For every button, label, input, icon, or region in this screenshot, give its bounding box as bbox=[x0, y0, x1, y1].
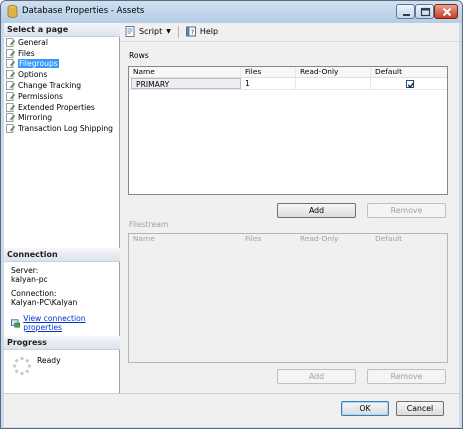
close-icon bbox=[442, 7, 452, 17]
progress-header: Progress bbox=[4, 336, 120, 350]
page-icon bbox=[6, 81, 15, 90]
page-icon bbox=[6, 70, 15, 80]
filegroup-default-cell[interactable] bbox=[371, 78, 447, 89]
title-bar[interactable]: Database Properties - Assets bbox=[1, 1, 462, 23]
ok-button[interactable]: OK bbox=[341, 401, 389, 416]
view-connection-properties-label: View connection properties bbox=[23, 314, 86, 332]
progress-status: Ready bbox=[37, 356, 61, 365]
script-icon bbox=[125, 26, 135, 37]
filestream-section-label: Filestream bbox=[129, 220, 169, 229]
sidebar-item-change-tracking[interactable]: Change Tracking bbox=[6, 80, 118, 91]
filegroup-read-only-cell[interactable] bbox=[296, 78, 371, 89]
filegroup-name-cell[interactable]: PRIMARY bbox=[131, 78, 241, 89]
sidebar-item-general[interactable]: General bbox=[6, 37, 118, 48]
sidebar-item-extended-properties[interactable]: Extended Properties bbox=[6, 102, 118, 113]
view-connection-properties-link[interactable]: View connection properties bbox=[11, 314, 119, 332]
page-icon bbox=[6, 59, 15, 69]
rows-add-button[interactable]: Add bbox=[277, 203, 356, 218]
sidebar-item-label: Change Tracking bbox=[18, 81, 82, 91]
table-row[interactable]: PRIMARY 1 bbox=[129, 78, 447, 90]
page-list: General Files Filegroups Options Change Trac… bbox=[6, 37, 118, 134]
sidebar-item-label: General bbox=[18, 37, 48, 47]
column-header-read-only[interactable]: Read-Only bbox=[296, 234, 371, 244]
filestream-grid-header: Name Files Read-Only Default bbox=[129, 234, 447, 245]
toolbar-divider bbox=[121, 41, 459, 42]
script-label: Script bbox=[139, 27, 163, 36]
connection-value: Kalyan-PC\Kalyan bbox=[11, 298, 78, 307]
script-button[interactable]: Script bbox=[125, 26, 162, 37]
page-icon bbox=[6, 113, 15, 123]
left-pane: Select a page General Files Filegroups Opti… bbox=[4, 23, 120, 393]
dialog-client-area: Select a page General Files Filegroups Opti… bbox=[4, 23, 459, 427]
sidebar-item-label: Mirroring bbox=[18, 113, 53, 123]
column-header-default[interactable]: Default bbox=[371, 234, 447, 244]
sidebar-item-mirroring[interactable]: Mirroring bbox=[6, 113, 118, 124]
dialog-button-bar: OK Cancel bbox=[4, 393, 459, 427]
rows-grid[interactable]: Name Files Read-Only Default PRIMARY 1 bbox=[128, 66, 448, 195]
sidebar-item-permissions[interactable]: Permissions bbox=[6, 91, 118, 102]
column-header-files[interactable]: Files bbox=[241, 67, 296, 77]
sidebar-item-files[interactable]: Files bbox=[6, 48, 118, 59]
help-label: Help bbox=[199, 27, 219, 36]
column-header-name[interactable]: Name bbox=[129, 67, 241, 77]
progress-spinner-icon bbox=[12, 356, 32, 376]
filestream-add-button[interactable]: Add bbox=[277, 369, 356, 384]
sidebar-item-filegroups[interactable]: Filegroups bbox=[6, 59, 118, 70]
connection-properties-icon bbox=[11, 318, 21, 327]
script-dropdown-arrow-icon[interactable]: ▼ bbox=[166, 28, 171, 35]
column-header-name[interactable]: Name bbox=[129, 234, 241, 244]
help-button[interactable]: ? Help bbox=[185, 26, 219, 37]
sidebar-item-label: Filegroups bbox=[18, 59, 59, 69]
column-header-files[interactable]: Files bbox=[241, 234, 296, 244]
default-checkbox[interactable] bbox=[406, 80, 415, 88]
sidebar-item-options[interactable]: Options bbox=[6, 69, 118, 80]
cancel-button[interactable]: Cancel bbox=[396, 401, 444, 416]
filestream-grid[interactable]: Name Files Read-Only Default bbox=[128, 233, 448, 363]
minimize-icon bbox=[403, 14, 410, 16]
sidebar-item-transaction-log-shipping[interactable]: Transaction Log Shipping bbox=[6, 123, 118, 134]
database-properties-window: Database Properties - Assets Select a pa… bbox=[0, 0, 463, 429]
filestream-remove-button[interactable]: Remove bbox=[367, 369, 446, 384]
sidebar-item-label: Files bbox=[18, 48, 35, 58]
page-icon bbox=[6, 124, 15, 134]
column-header-read-only[interactable]: Read-Only bbox=[296, 67, 371, 77]
database-icon bbox=[7, 5, 18, 18]
connection-header: Connection bbox=[4, 248, 120, 262]
page-icon bbox=[6, 91, 15, 101]
toolbar-separator bbox=[177, 25, 179, 38]
sidebar-item-label: Permissions bbox=[18, 91, 63, 101]
minimize-button[interactable] bbox=[396, 4, 415, 19]
page-icon bbox=[6, 37, 15, 47]
maximize-button[interactable] bbox=[415, 4, 434, 19]
filegroup-files-cell[interactable]: 1 bbox=[241, 78, 296, 89]
rows-remove-button[interactable]: Remove bbox=[367, 203, 446, 218]
svg-text:?: ? bbox=[190, 29, 194, 37]
server-value: kalyan-pc bbox=[11, 275, 48, 284]
sidebar-item-label: Extended Properties bbox=[18, 102, 95, 112]
page-icon bbox=[6, 102, 15, 112]
close-button[interactable] bbox=[434, 4, 458, 19]
checkmark-icon bbox=[407, 82, 415, 88]
maximize-icon bbox=[420, 7, 431, 17]
sidebar-item-label: Options bbox=[18, 70, 48, 80]
column-header-default[interactable]: Default bbox=[371, 67, 447, 77]
help-icon: ? bbox=[185, 26, 196, 37]
page-icon bbox=[6, 48, 15, 58]
toolbar: Script ▼ ? Help bbox=[121, 23, 459, 40]
rows-section-label: Rows bbox=[129, 51, 149, 60]
window-title: Database Properties - Assets bbox=[22, 6, 145, 16]
select-page-header: Select a page bbox=[4, 23, 120, 37]
sidebar-item-label: Transaction Log Shipping bbox=[18, 124, 113, 134]
rows-grid-header: Name Files Read-Only Default bbox=[129, 67, 447, 78]
